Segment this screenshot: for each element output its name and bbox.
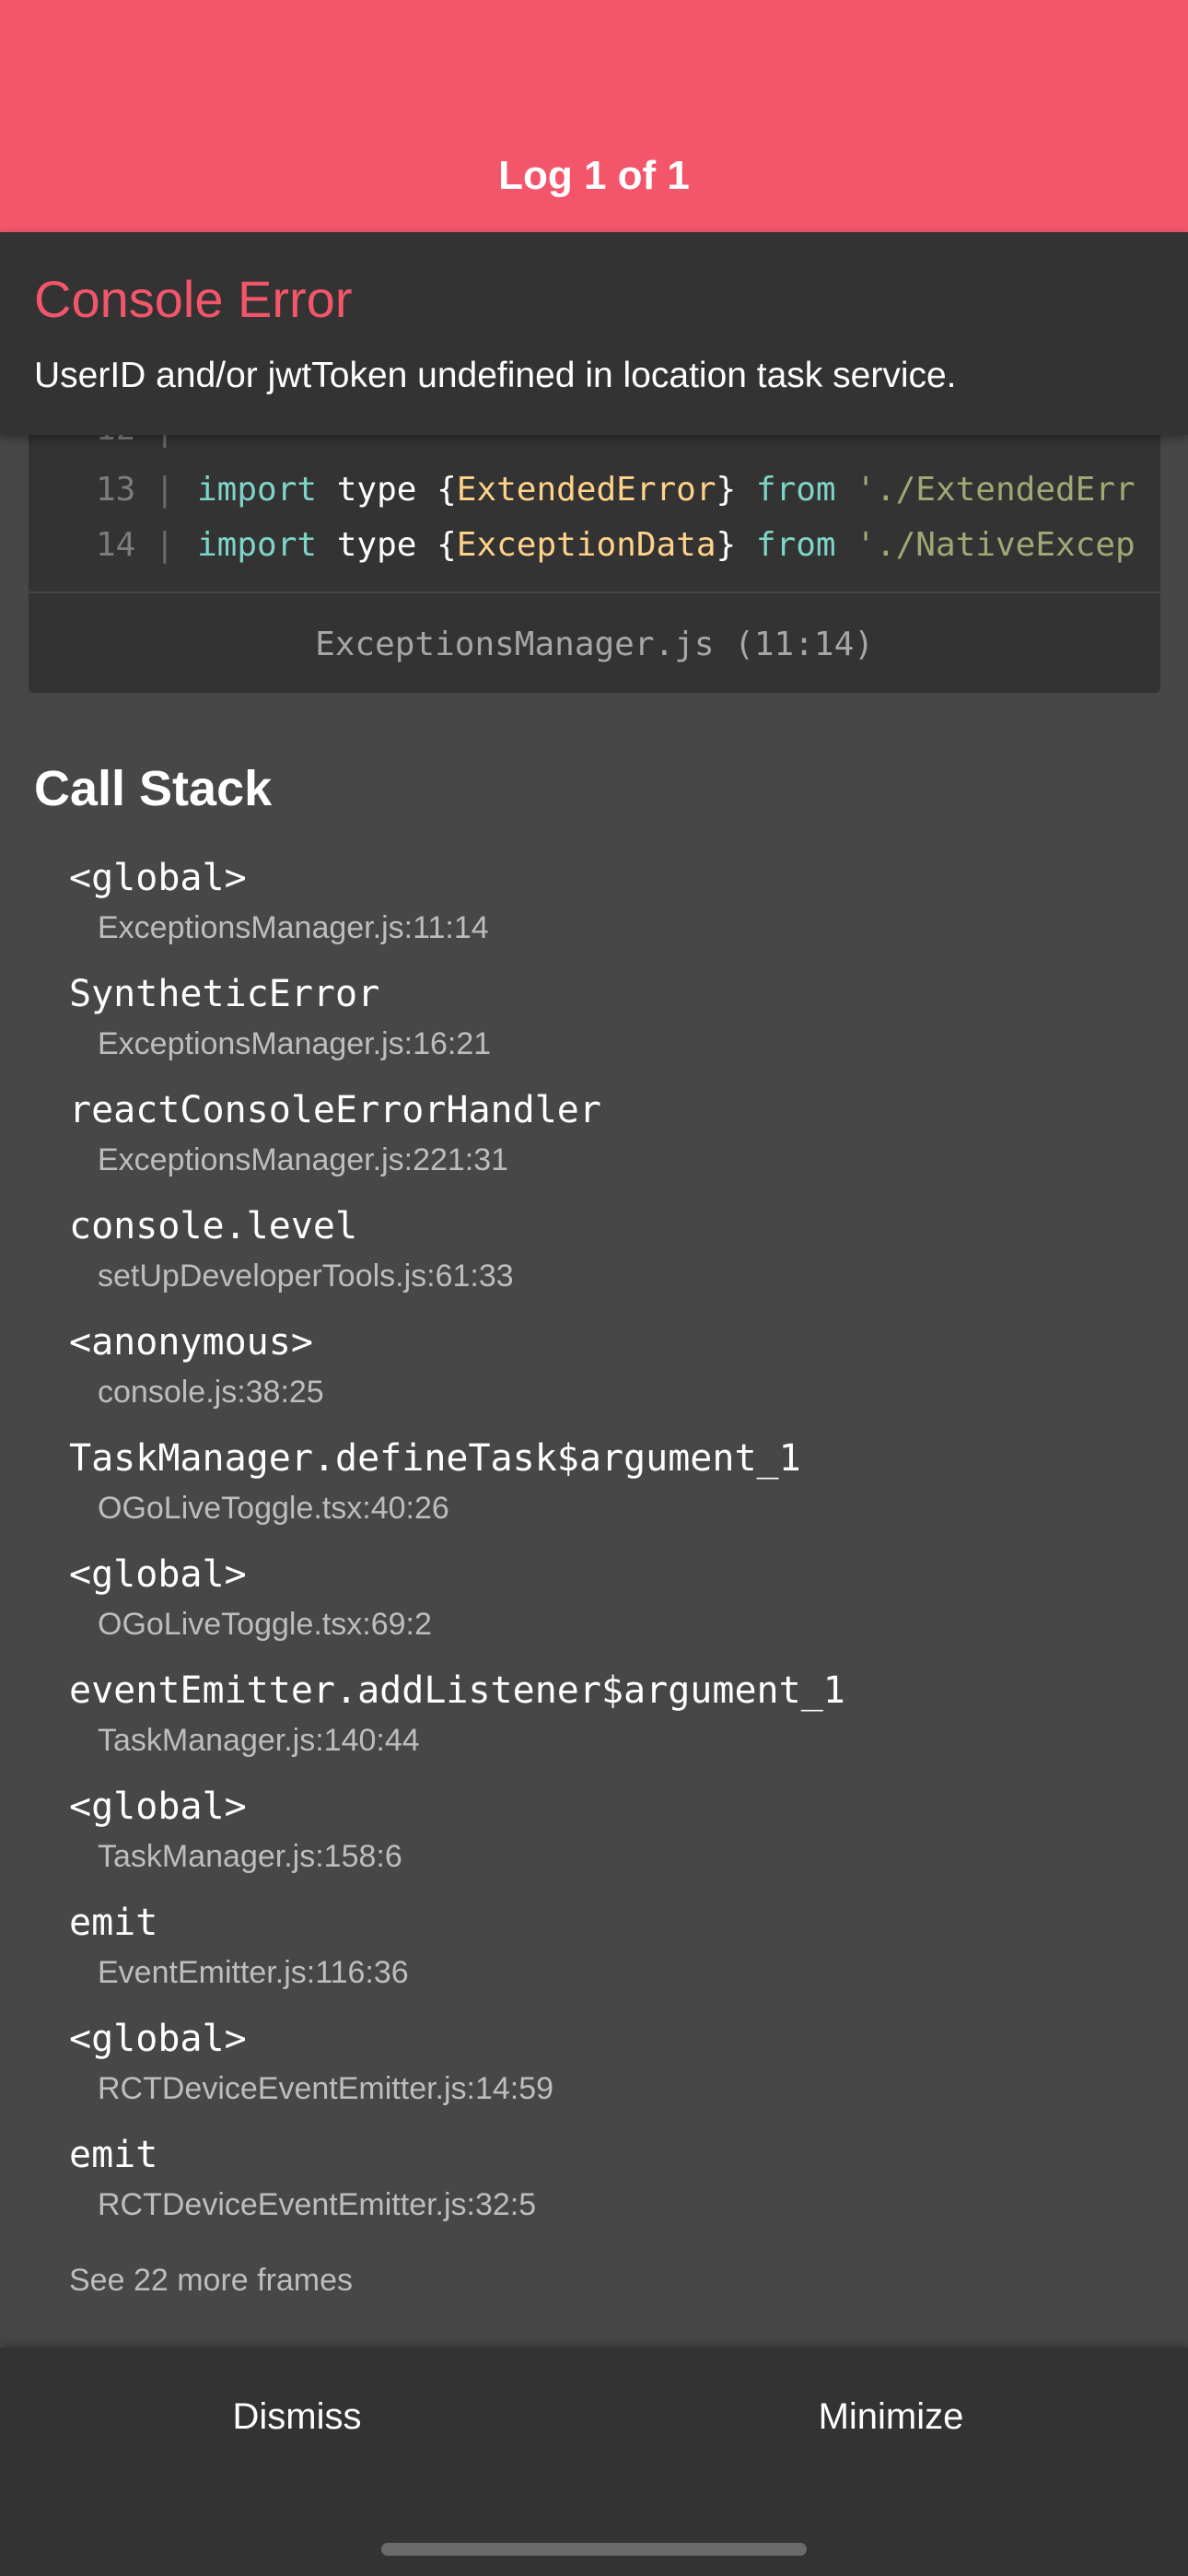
stack-frame[interactable]: reactConsoleErrorHandler ExceptionsManag… — [69, 1089, 1156, 1205]
error-summary: Console Error UserID and/or jwtToken und… — [0, 232, 1188, 435]
frame-function-name: eventEmitter.addListener$argument_1 — [69, 1669, 845, 1712]
frame-function-name: reactConsoleErrorHandler — [69, 1089, 601, 1131]
frame-location: OGoLiveToggle.tsx:69:2 — [98, 1607, 432, 1642]
keyword-type: type { — [317, 526, 457, 564]
frame-location: EventEmitter.js:116:36 — [98, 1955, 409, 1990]
frame-function-name: console.level — [69, 1205, 358, 1247]
frame-location: console.js:38:25 — [98, 1375, 324, 1410]
frame-location: ExceptionsManager.js:11:14 — [98, 910, 489, 945]
log-counter-title: Log 1 of 1 — [498, 153, 690, 198]
stack-frame[interactable]: emit RCTDeviceEventEmitter.js:32:5 — [69, 2134, 1156, 2250]
call-stack-heading: Call Stack — [34, 761, 273, 816]
stack-frame[interactable]: console.level setUpDeveloperTools.js:61:… — [69, 1205, 1156, 1321]
brace-close: } — [716, 471, 756, 509]
frame-location: ExceptionsManager.js:221:31 — [98, 1142, 509, 1177]
frame-location: OGoLiveToggle.tsx:40:26 — [98, 1491, 449, 1526]
import-path: './ExtendedErr — [835, 471, 1136, 509]
frame-location: RCTDeviceEventEmitter.js:32:5 — [98, 2187, 537, 2222]
stack-frame[interactable]: <global> RCTDeviceEventEmitter.js:14:59 — [69, 2018, 1156, 2134]
frame-function-name: <global> — [69, 1553, 247, 1596]
frame-function-name: emit — [69, 2134, 158, 2176]
bottom-action-bar: Dismiss Minimize — [0, 2348, 1188, 2576]
stack-frame[interactable]: eventEmitter.addListener$argument_1 Task… — [69, 1669, 1156, 1786]
dismiss-button[interactable]: Dismiss — [0, 2348, 594, 2486]
error-message: UserID and/or jwtToken undefined in loca… — [34, 356, 957, 395]
code-frame: 12 | 13 | import type {ExtendedError} fr… — [29, 405, 1160, 693]
stack-frame[interactable]: <anonymous> console.js:38:25 — [69, 1321, 1156, 1437]
frame-function-name: <global> — [69, 2018, 247, 2060]
line-number: 14 — [96, 526, 136, 564]
code-text: import type {ExtendedError} from './Exte… — [197, 463, 1160, 518]
stack-frame[interactable]: <global> TaskManager.js:158:6 — [69, 1786, 1156, 1902]
line-number: 13 — [96, 471, 136, 509]
line-separator: | — [155, 471, 175, 509]
import-path: './NativeExcep — [835, 526, 1136, 564]
home-indicator[interactable] — [381, 2543, 807, 2556]
frame-location: setUpDeveloperTools.js:61:33 — [98, 1259, 514, 1294]
type-name: ExceptionData — [456, 526, 716, 564]
stack-frame[interactable]: TaskManager.defineTask$argument_1 OGoLiv… — [69, 1437, 1156, 1553]
error-title: Console Error — [34, 270, 353, 328]
type-name: ExtendedError — [456, 471, 716, 509]
stack-frame[interactable]: emit EventEmitter.js:116:36 — [69, 1902, 1156, 2018]
frame-function-name: SyntheticError — [69, 973, 380, 1015]
frame-function-name: <anonymous> — [69, 1321, 313, 1364]
frame-function-name: TaskManager.defineTask$argument_1 — [69, 1437, 801, 1480]
frame-location: TaskManager.js:158:6 — [98, 1839, 402, 1874]
code-frame-file-label[interactable]: ExceptionsManager.js (11:14) — [29, 591, 1160, 693]
frame-location: ExceptionsManager.js:16:21 — [98, 1026, 492, 1061]
frame-function-name: <global> — [69, 857, 247, 899]
frame-function-name: <global> — [69, 1786, 247, 1828]
frame-location: RCTDeviceEventEmitter.js:14:59 — [98, 2071, 554, 2106]
keyword-from: from — [755, 471, 836, 509]
frame-location: TaskManager.js:140:44 — [98, 1723, 420, 1758]
keyword-type: type { — [317, 471, 457, 509]
call-stack-list: <global> ExceptionsManager.js:11:14 Synt… — [69, 857, 1156, 2250]
stack-frame[interactable]: <global> OGoLiveToggle.tsx:69:2 — [69, 1553, 1156, 1669]
stack-frame[interactable]: <global> ExceptionsManager.js:11:14 — [69, 857, 1156, 973]
stack-frame[interactable]: SyntheticError ExceptionsManager.js:16:2… — [69, 973, 1156, 1089]
minimize-button[interactable]: Minimize — [594, 2348, 1188, 2486]
frame-function-name: emit — [69, 1902, 158, 1944]
keyword-import: import — [197, 471, 318, 509]
log-header: Log 1 of 1 — [0, 0, 1188, 232]
brace-close: } — [716, 526, 756, 564]
code-text: import type {ExceptionData} from './Nati… — [197, 518, 1160, 573]
keyword-from: from — [755, 526, 836, 564]
see-more-frames-link[interactable]: See 22 more frames — [69, 2263, 353, 2299]
line-separator: | — [155, 526, 175, 564]
keyword-import: import — [197, 526, 318, 564]
